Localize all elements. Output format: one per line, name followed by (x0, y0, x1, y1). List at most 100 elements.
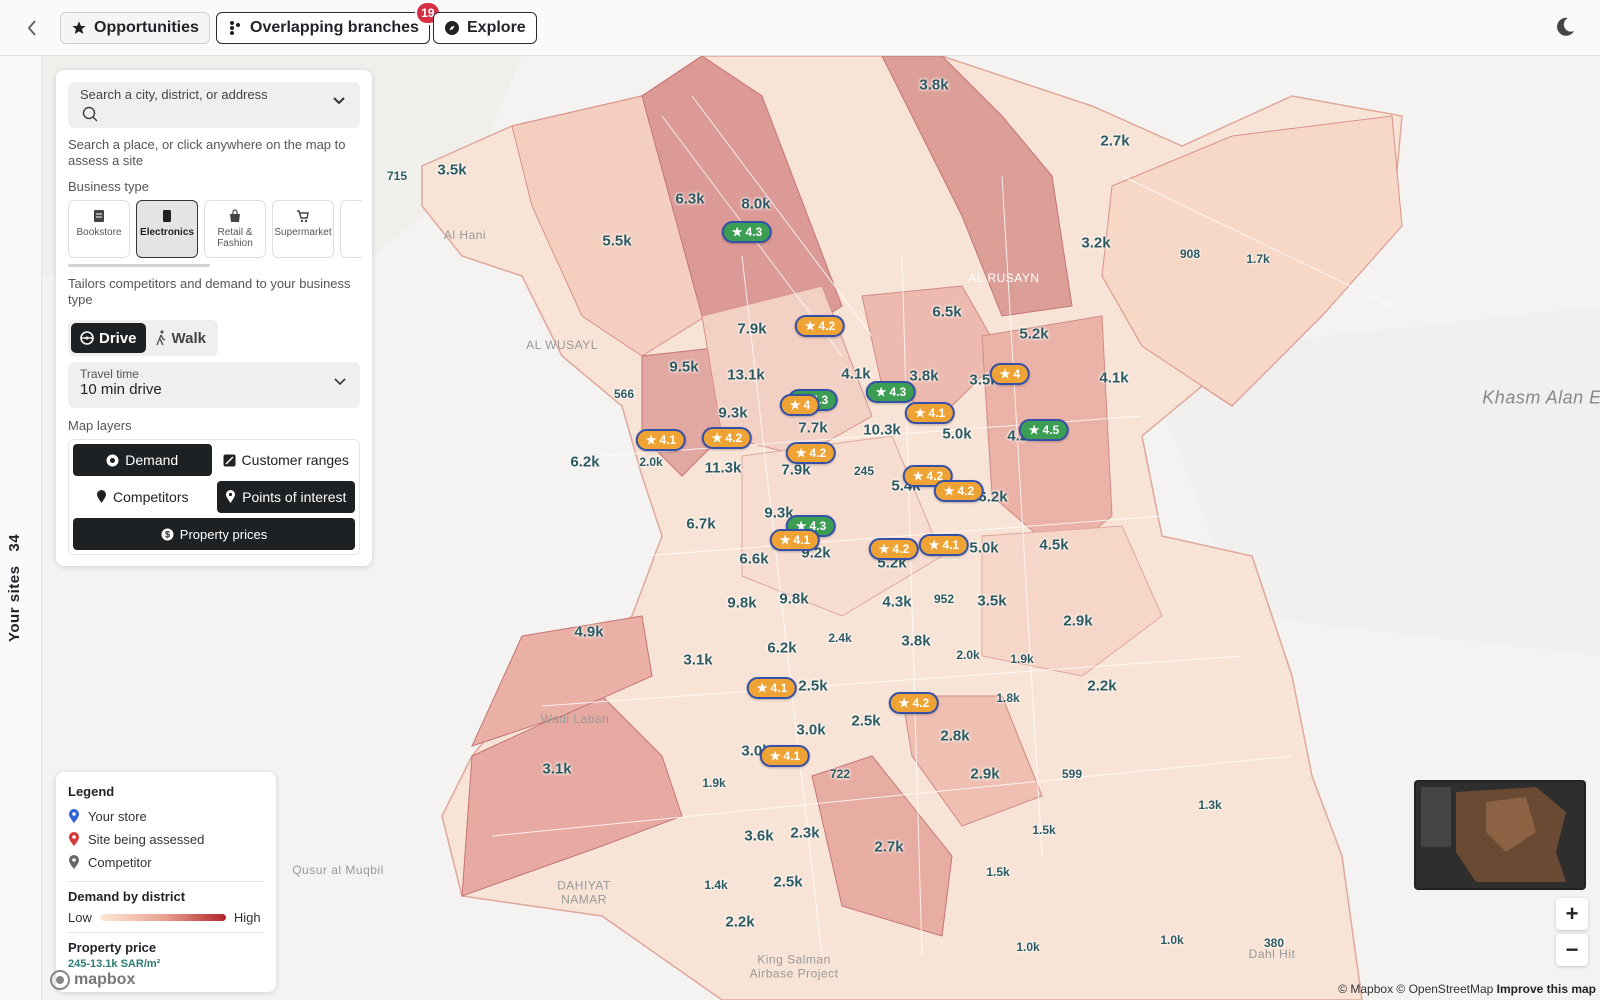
demand-label: 2.9k (1063, 612, 1093, 630)
demand-label: 1.9k (702, 776, 726, 790)
demand-label: 6.2k (570, 453, 600, 471)
poi-marker[interactable]: ★ 4.2 (868, 538, 920, 560)
competitors-layer-toggle[interactable]: Competitors (73, 481, 212, 513)
red-pin-icon (69, 832, 79, 846)
poi-marker[interactable]: ★ 4.1 (635, 429, 687, 451)
mapbox-logo[interactable]: mapbox (50, 970, 135, 990)
overlapping-branches-button[interactable]: Overlapping branches 19 (216, 1, 441, 44)
demand-label: 9.8k (727, 594, 757, 612)
demand-label: 2.5k (851, 712, 881, 730)
poi-marker[interactable]: ★ 4 (779, 394, 821, 416)
legend-your-store: Your store (68, 805, 264, 828)
demand-gradient-scale: Low High (68, 910, 261, 925)
poi-marker[interactable]: ★ 4.1 (746, 677, 798, 699)
legend-divider (68, 881, 264, 882)
property-prices-layer-toggle[interactable]: $ Property prices (73, 518, 355, 550)
your-sites-count: 34 (6, 533, 23, 552)
top-bar: Opportunities Overlapping branches 19 Ex… (0, 0, 1600, 56)
your-sites-tab[interactable]: Your sites 34 (6, 534, 23, 642)
demand-label: 2.7k (874, 838, 904, 856)
explore-button[interactable]: Explore (433, 12, 537, 44)
property-price-range: 245-13.1k SAR/m² (68, 958, 161, 970)
poi-marker[interactable]: ★ 4.1 (918, 534, 970, 556)
search-placeholder: Search a city, district, or address (80, 87, 268, 102)
poi-marker[interactable]: ★ 4.2 (701, 427, 753, 449)
dark-mode-moon-icon[interactable] (1554, 16, 1578, 40)
demand-label: 1.5k (1032, 823, 1056, 837)
walk-mode-button[interactable]: Walk (146, 323, 215, 353)
travel-time-label: Travel time (80, 367, 139, 381)
demand-label: 3.5k (437, 161, 467, 179)
demand-label: 722 (829, 767, 851, 781)
poi-marker[interactable]: ★ 4 (989, 363, 1031, 385)
demand-label: 2.7k (1100, 132, 1130, 150)
demand-label: 7.9k (781, 461, 811, 479)
business-type-scrollbar[interactable] (68, 264, 210, 267)
travel-time-value: 10 min drive (80, 381, 162, 398)
poi-marker[interactable]: ★ 4.2 (794, 315, 846, 337)
place-label: DAHIYAT NAMAR (557, 878, 611, 907)
demand-label: 2.3k (790, 824, 820, 842)
demand-label: 3.8k (909, 367, 939, 385)
place-label: Khasm Alan E (1482, 387, 1600, 408)
explore-label: Explore (467, 19, 526, 36)
demand-label: 1.0k (1160, 933, 1184, 947)
search-input[interactable]: Search a city, district, or address (68, 82, 360, 128)
demand-label: 6.2k (767, 639, 797, 657)
drive-mode-button[interactable]: Drive (71, 323, 146, 353)
business-type-bookstore[interactable]: Bookstore (68, 200, 130, 258)
zoom-in-button[interactable]: + (1556, 898, 1588, 930)
map-pin-icon (97, 490, 107, 503)
demand-label: 4.1k (1099, 369, 1129, 387)
poi-marker[interactable]: ★ 4.1 (769, 529, 821, 551)
map-attribution: © Mapbox © OpenStreetMap Improve this ma… (1338, 982, 1596, 996)
legend-competitor: Competitor (68, 851, 264, 874)
poi-marker[interactable]: ★ 4.2 (785, 442, 837, 464)
back-icon[interactable] (20, 16, 44, 40)
demand-layer-toggle[interactable]: Demand (73, 444, 212, 476)
zoom-out-button[interactable]: − (1556, 934, 1588, 966)
chevron-down-icon[interactable] (332, 96, 346, 106)
your-sites-rail[interactable]: Your sites 34 (0, 56, 42, 1000)
demand-label: 5.0k (942, 425, 972, 443)
demand-label: 1.7k (1246, 252, 1270, 266)
demand-label: 5.0k (969, 539, 999, 557)
business-type-selector: Bookstore Electronics Retail & Fashion S… (68, 200, 362, 258)
place-label: King Salman Airbase Project (749, 952, 839, 981)
search-help-text: Search a place, or click anywhere on the… (68, 137, 346, 168)
poi-marker[interactable]: ★ 4.5 (1018, 419, 1070, 441)
business-type-supermarket[interactable]: Supermarket (272, 200, 334, 258)
legend-divider (68, 932, 264, 933)
place-label: Al Hani (443, 228, 487, 242)
legend-site-assessed: Site being assessed (68, 828, 264, 851)
place-label: Qusur al Muqbil (292, 863, 384, 877)
poi-marker[interactable]: ★4.3 (865, 381, 917, 403)
improve-map-link[interactable]: Improve this map (1497, 982, 1596, 996)
site-assessment-panel: Search a city, district, or address Sear… (56, 70, 372, 566)
points-of-interest-layer-toggle[interactable]: Points of interest (216, 481, 355, 513)
demand-label: 245 (853, 464, 875, 478)
business-type-more[interactable] (340, 200, 362, 258)
poi-marker[interactable]: ★ 4.2 (888, 692, 940, 714)
poi-marker[interactable]: ★ 4.1 (904, 402, 956, 424)
poi-marker[interactable]: ★ 4.2 (933, 480, 985, 502)
business-type-retail-fashion[interactable]: Retail & Fashion (204, 200, 266, 258)
business-type-electronics[interactable]: Electronics (136, 200, 198, 258)
your-sites-label: Your sites (6, 565, 23, 642)
compass-icon (444, 20, 460, 36)
demand-label: 2.2k (1087, 677, 1117, 695)
demand-label: 2.2k (725, 913, 755, 931)
customer-ranges-layer-toggle[interactable]: Customer ranges (217, 444, 356, 476)
travel-time-select[interactable]: Travel time 10 min drive (68, 362, 360, 408)
demand-label: 599 (1061, 767, 1083, 781)
minimap-thumbnail[interactable] (1414, 780, 1586, 890)
poi-marker[interactable]: ★ 4.1 (759, 745, 811, 767)
demand-label: 2.8k (940, 727, 970, 745)
opportunities-button[interactable]: Opportunities (60, 12, 210, 44)
place-label: AL WUSAYL (526, 338, 598, 352)
poi-marker[interactable]: ★4.3 (721, 221, 773, 243)
demand-label: 6.7k (686, 515, 716, 533)
branches-icon (227, 20, 243, 36)
legend-title: Legend (68, 784, 115, 799)
travel-mode-toggle: Drive Walk (68, 320, 218, 356)
